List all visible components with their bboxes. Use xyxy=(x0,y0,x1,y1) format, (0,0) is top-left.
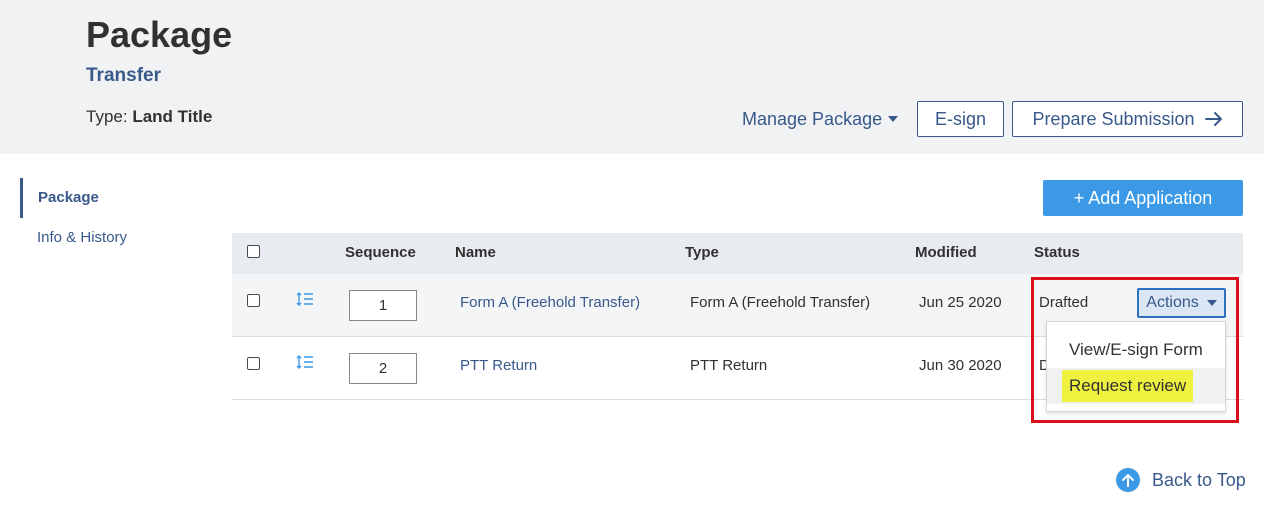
column-header-status[interactable]: Status xyxy=(1034,244,1080,261)
menu-item-label: Request review xyxy=(1062,370,1194,402)
actions-dropdown-button[interactable]: Actions xyxy=(1137,288,1226,318)
sidebar-item-info-history[interactable]: Info & History xyxy=(20,218,127,258)
prepare-submission-label: Prepare Submission xyxy=(1032,108,1195,129)
reorder-icon[interactable] xyxy=(296,292,314,306)
menu-item-label: View/E-sign Form xyxy=(1069,340,1203,359)
esign-button[interactable]: E-sign xyxy=(917,101,1004,137)
application-type: Form A (Freehold Transfer) xyxy=(690,294,871,311)
type-value: Land Title xyxy=(132,107,213,126)
column-header-type[interactable]: Type xyxy=(685,244,719,261)
sidebar-item-package[interactable]: Package xyxy=(20,178,127,218)
actions-menu: View/E-sign Form Request review xyxy=(1046,321,1226,412)
application-type: PTT Return xyxy=(690,357,768,374)
manage-package-label: Manage Package xyxy=(742,108,883,129)
menu-item-view-esign-form[interactable]: View/E-sign Form xyxy=(1047,332,1225,368)
table-header: Sequence Name Type Modified Status xyxy=(232,233,1243,274)
modified-date: Jun 30 2020 xyxy=(919,357,1002,374)
reorder-icon[interactable] xyxy=(296,355,314,369)
status-text: Drafted xyxy=(1039,294,1089,311)
sequence-input[interactable] xyxy=(349,290,417,321)
modified-date: Jun 25 2020 xyxy=(919,294,1002,311)
column-header-sequence[interactable]: Sequence xyxy=(345,244,416,261)
type-label: Type: xyxy=(86,107,128,126)
column-header-modified[interactable]: Modified xyxy=(915,244,977,261)
manage-package-button[interactable]: Manage Package xyxy=(736,101,904,137)
application-name-link[interactable]: Form A (Freehold Transfer) xyxy=(460,294,640,311)
page-title: Package xyxy=(86,14,233,55)
back-to-top-label: Back to Top xyxy=(1152,469,1246,490)
application-name-link[interactable]: PTT Return xyxy=(460,357,537,374)
caret-down-icon xyxy=(888,116,899,122)
column-header-name[interactable]: Name xyxy=(455,244,496,261)
package-header: Package Transfer Type: Land Title Manage… xyxy=(0,0,1264,154)
sequence-input[interactable] xyxy=(349,353,417,384)
caret-down-icon xyxy=(1206,300,1217,306)
select-all-checkbox[interactable] xyxy=(247,245,260,258)
sidebar-nav: Package Info & History xyxy=(20,178,127,258)
page-subtitle: Transfer xyxy=(86,65,161,86)
arrow-right-icon xyxy=(1204,112,1222,126)
package-type: Type: Land Title xyxy=(86,107,212,127)
actions-label: Actions xyxy=(1146,294,1199,311)
add-application-button[interactable]: + Add Application xyxy=(1043,180,1243,216)
prepare-submission-button[interactable]: Prepare Submission xyxy=(1012,101,1243,137)
menu-item-request-review[interactable]: Request review xyxy=(1047,368,1225,404)
back-to-top-link[interactable]: Back to Top xyxy=(1116,468,1246,492)
row-checkbox[interactable] xyxy=(247,294,260,307)
row-checkbox[interactable] xyxy=(247,357,260,370)
arrow-up-circle-icon xyxy=(1116,468,1140,492)
